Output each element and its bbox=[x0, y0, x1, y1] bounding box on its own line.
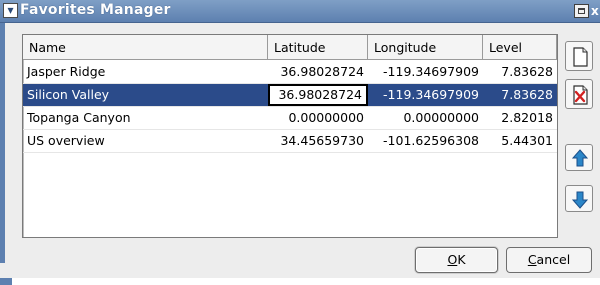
window-title: Favorites Manager bbox=[20, 2, 171, 18]
cell-level[interactable]: 5.44301 bbox=[483, 130, 557, 152]
arrow-up-icon bbox=[571, 149, 589, 167]
move-up-button[interactable] bbox=[565, 144, 593, 171]
column-header-longitude[interactable]: Longitude bbox=[368, 35, 483, 60]
new-favorite-button[interactable] bbox=[565, 41, 593, 71]
cancel-button[interactable]: Cancel bbox=[506, 247, 592, 273]
column-header-level[interactable]: Level bbox=[483, 35, 557, 60]
cell-latitude[interactable]: 36.98028724 bbox=[268, 61, 368, 83]
cell-latitude[interactable]: 36.98028724 bbox=[268, 84, 368, 106]
cell-name[interactable]: Jasper Ridge bbox=[23, 61, 268, 83]
cell-name[interactable]: Topanga Canyon bbox=[23, 107, 268, 129]
cell-latitude[interactable]: 0.00000000 bbox=[268, 107, 368, 129]
chevron-down-icon[interactable]: ▾ bbox=[3, 3, 18, 18]
cell-latitude[interactable]: 34.45659730 bbox=[268, 130, 368, 152]
move-down-button[interactable] bbox=[565, 185, 593, 212]
cell-level[interactable]: 7.83628 bbox=[483, 84, 557, 106]
window-border-bottom-inner bbox=[12, 278, 600, 285]
column-header-name[interactable]: Name bbox=[23, 35, 268, 60]
table-header: Name Latitude Longitude Level bbox=[23, 35, 557, 60]
cell-name[interactable]: Silicon Valley bbox=[23, 84, 268, 106]
favorites-manager-window: ▾ Favorites Manager x Name Latitude Long… bbox=[0, 0, 600, 285]
title-bar[interactable]: ▾ Favorites Manager x bbox=[0, 0, 600, 23]
close-icon[interactable]: x bbox=[591, 4, 600, 18]
cell-level[interactable]: 7.83628 bbox=[483, 61, 557, 83]
table-row[interactable]: Jasper Ridge 36.98028724 -119.34697909 7.83… bbox=[23, 61, 557, 84]
favorites-table[interactable]: Name Latitude Longitude Level Jasper Rid… bbox=[22, 34, 558, 238]
table-body: Jasper Ridge 36.98028724 -119.34697909 7.83… bbox=[23, 61, 557, 153]
cell-longitude[interactable]: -119.34697909 bbox=[368, 84, 483, 106]
cell-longitude[interactable]: -101.62596308 bbox=[368, 130, 483, 152]
column-header-latitude[interactable]: Latitude bbox=[268, 35, 368, 60]
arrow-down-icon bbox=[571, 191, 589, 209]
ok-button[interactable]: OK bbox=[415, 247, 498, 273]
cell-longitude[interactable]: 0.00000000 bbox=[368, 107, 483, 129]
window-border-left bbox=[0, 23, 5, 263]
new-document-icon bbox=[573, 47, 588, 67]
cell-name[interactable]: US overview bbox=[23, 130, 268, 152]
table-row[interactable]: Topanga Canyon 0.00000000 0.00000000 2.8201… bbox=[23, 107, 557, 130]
cell-level[interactable]: 2.82018 bbox=[483, 107, 557, 129]
table-row[interactable]: Silicon Valley 36.98028724 -119.34697909 7.… bbox=[23, 84, 557, 107]
cell-longitude[interactable]: -119.34697909 bbox=[368, 61, 483, 83]
delete-document-icon bbox=[573, 85, 588, 105]
delete-favorite-button[interactable] bbox=[565, 79, 593, 109]
table-row[interactable]: US overview 34.45659730 -101.62596308 5.443… bbox=[23, 130, 557, 153]
maximize-icon[interactable] bbox=[574, 4, 589, 18]
